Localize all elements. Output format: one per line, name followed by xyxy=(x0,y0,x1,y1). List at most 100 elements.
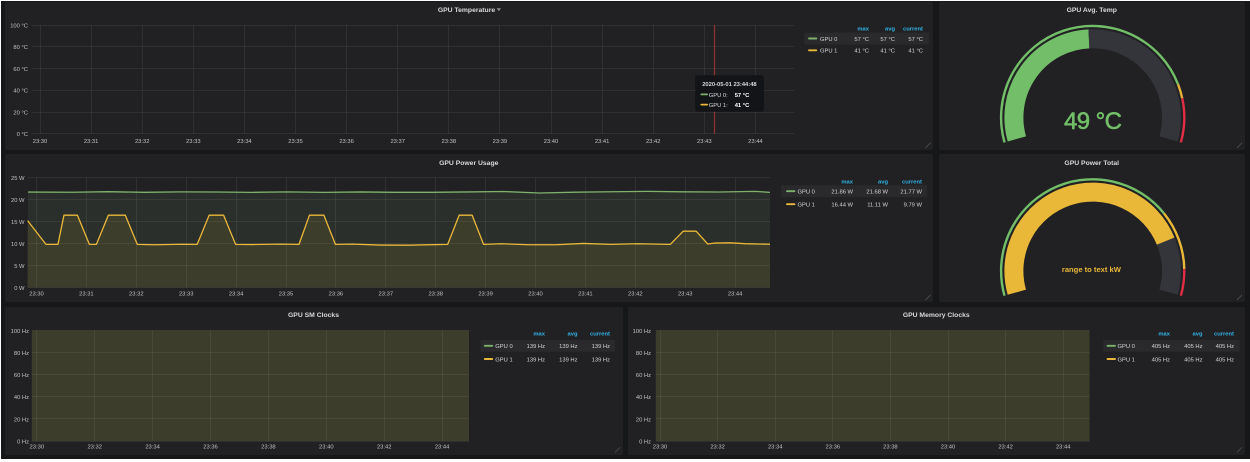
svg-text:15 W: 15 W xyxy=(11,220,25,226)
svg-text:GPU 1: GPU 1 xyxy=(495,357,512,363)
svg-text:avg: avg xyxy=(1193,331,1203,337)
svg-text:GPU 0: GPU 0 xyxy=(495,344,512,350)
svg-text:max: max xyxy=(1158,331,1170,337)
svg-text:GPU 1: GPU 1 xyxy=(820,49,837,55)
svg-text:80 °C: 80 °C xyxy=(13,45,28,51)
svg-text:100 Hz: 100 Hz xyxy=(633,329,651,335)
svg-text:20 Hz: 20 Hz xyxy=(14,417,29,423)
svg-text:23:39: 23:39 xyxy=(493,139,508,145)
svg-text:23:44: 23:44 xyxy=(435,445,450,451)
svg-text:0 W: 0 W xyxy=(14,286,25,292)
svg-text:23:33: 23:33 xyxy=(179,292,194,298)
svg-text:57 °C: 57 °C xyxy=(735,93,750,99)
svg-text:range to text kW: range to text kW xyxy=(1062,265,1122,274)
svg-text:max: max xyxy=(841,179,853,185)
svg-text:21.86 W: 21.86 W xyxy=(831,190,853,196)
svg-text:139 Hz: 139 Hz xyxy=(559,344,577,350)
svg-text:23:40: 23:40 xyxy=(528,292,543,298)
svg-text:0 °C: 0 °C xyxy=(17,132,28,138)
svg-text:49 °C: 49 °C xyxy=(1064,108,1122,135)
svg-text:max: max xyxy=(857,26,869,32)
svg-text:23:34: 23:34 xyxy=(229,292,244,298)
svg-text:23:38: 23:38 xyxy=(442,139,457,145)
svg-text:current: current xyxy=(903,26,923,32)
svg-text:139 Hz: 139 Hz xyxy=(527,344,545,350)
svg-text:23:42: 23:42 xyxy=(998,445,1013,451)
svg-text:139 Hz: 139 Hz xyxy=(527,357,545,363)
svg-text:139 Hz: 139 Hz xyxy=(559,357,577,363)
svg-text:0 Hz: 0 Hz xyxy=(17,439,29,445)
svg-text:current: current xyxy=(902,179,922,185)
svg-text:405 Hz: 405 Hz xyxy=(1216,357,1234,363)
svg-text:405 Hz: 405 Hz xyxy=(1152,344,1170,350)
svg-text:23:38: 23:38 xyxy=(261,445,276,451)
svg-text:60 Hz: 60 Hz xyxy=(636,373,651,379)
svg-text:GPU 0: GPU 0 xyxy=(820,37,837,43)
svg-text:avg: avg xyxy=(878,179,888,185)
svg-text:20 W: 20 W xyxy=(11,198,25,204)
svg-text:57 °C: 57 °C xyxy=(880,37,895,43)
svg-text:23:40: 23:40 xyxy=(544,139,559,145)
svg-text:max: max xyxy=(533,331,545,337)
svg-text:23:38: 23:38 xyxy=(428,292,443,298)
svg-text:23:36: 23:36 xyxy=(203,445,218,451)
svg-text:23:30: 23:30 xyxy=(653,445,668,451)
svg-text:23:32: 23:32 xyxy=(129,292,144,298)
svg-text:40 Hz: 40 Hz xyxy=(636,395,651,401)
svg-text:GPU 0: GPU 0 xyxy=(1118,344,1135,350)
svg-text:GPU 0: GPU 0 xyxy=(798,190,815,196)
svg-text:80 Hz: 80 Hz xyxy=(636,351,651,357)
svg-text:405 Hz: 405 Hz xyxy=(1184,357,1202,363)
svg-text:41 °C: 41 °C xyxy=(880,49,895,55)
svg-text:11.11 W: 11.11 W xyxy=(867,203,888,209)
svg-text:current: current xyxy=(590,331,610,337)
svg-text:avg: avg xyxy=(568,331,578,337)
svg-text:23:44: 23:44 xyxy=(1056,445,1071,451)
svg-text:23:32: 23:32 xyxy=(710,445,725,451)
svg-text:23:44: 23:44 xyxy=(748,139,763,145)
svg-text:GPU Temperature: GPU Temperature xyxy=(438,7,496,14)
svg-text:41 °C: 41 °C xyxy=(735,103,750,109)
svg-text:21.77 W: 21.77 W xyxy=(900,190,922,196)
svg-text:GPU 1: GPU 1 xyxy=(798,203,815,209)
svg-text:23:37: 23:37 xyxy=(390,139,405,145)
svg-text:avg: avg xyxy=(885,26,895,32)
svg-text:16.44 W: 16.44 W xyxy=(831,203,853,209)
svg-text:23:32: 23:32 xyxy=(135,139,150,145)
svg-text:23:43: 23:43 xyxy=(678,292,693,298)
svg-text:23:30: 23:30 xyxy=(30,445,45,451)
svg-text:23:30: 23:30 xyxy=(29,292,44,298)
svg-text:405 Hz: 405 Hz xyxy=(1216,344,1234,350)
svg-text:100 °C: 100 °C xyxy=(10,23,28,29)
svg-text:23:36: 23:36 xyxy=(329,292,344,298)
svg-text:60 °C: 60 °C xyxy=(13,67,28,73)
svg-text:20 Hz: 20 Hz xyxy=(636,417,651,423)
svg-text:100 Hz: 100 Hz xyxy=(11,329,29,335)
svg-text:current: current xyxy=(1214,331,1234,337)
svg-text:23:32: 23:32 xyxy=(87,445,102,451)
svg-text:40 Hz: 40 Hz xyxy=(14,395,29,401)
svg-text:23:42: 23:42 xyxy=(377,445,392,451)
svg-text:23:34: 23:34 xyxy=(768,445,783,451)
svg-text:80 Hz: 80 Hz xyxy=(14,351,29,357)
svg-text:23:31: 23:31 xyxy=(79,292,94,298)
svg-text:23:40: 23:40 xyxy=(941,445,956,451)
svg-text:0 Hz: 0 Hz xyxy=(639,439,651,445)
svg-text:57 °C: 57 °C xyxy=(908,37,923,43)
svg-text:405 Hz: 405 Hz xyxy=(1184,344,1202,350)
svg-text:GPU SM Clocks: GPU SM Clocks xyxy=(288,312,339,319)
svg-text:23:40: 23:40 xyxy=(319,445,334,451)
svg-text:21.68 W: 21.68 W xyxy=(866,190,888,196)
svg-text:60 Hz: 60 Hz xyxy=(14,373,29,379)
svg-text:40 °C: 40 °C xyxy=(13,89,28,95)
svg-text:23:38: 23:38 xyxy=(883,445,898,451)
svg-text:23:35: 23:35 xyxy=(279,292,294,298)
svg-text:23:44: 23:44 xyxy=(728,292,743,298)
svg-text:2020-05-01 23:44:48: 2020-05-01 23:44:48 xyxy=(702,82,757,88)
svg-text:23:39: 23:39 xyxy=(478,292,493,298)
svg-text:GPU Power Usage: GPU Power Usage xyxy=(439,160,499,167)
svg-text:10 W: 10 W xyxy=(11,242,25,248)
svg-text:23:36: 23:36 xyxy=(826,445,841,451)
svg-text:57 °C: 57 °C xyxy=(854,37,869,43)
svg-text:23:41: 23:41 xyxy=(595,139,610,145)
